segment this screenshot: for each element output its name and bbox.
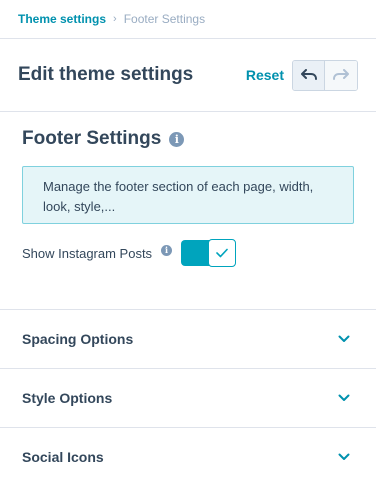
undo-icon <box>300 69 317 80</box>
page-title: Edit theme settings <box>18 64 194 85</box>
toggle-label: Show Instagram Posts <box>22 245 153 261</box>
panel-title-row: Footer Settings i <box>22 128 354 150</box>
toggle-knob <box>208 239 237 267</box>
description-box: Manage the footer section of each page, … <box>22 166 354 224</box>
instagram-toggle-row: Show Instagram Posts i <box>22 239 354 267</box>
redo-button[interactable] <box>325 60 357 90</box>
section-label: Spacing Options <box>22 331 134 347</box>
breadcrumb-link-theme-settings[interactable]: Theme settings <box>18 12 106 26</box>
chevron-down-icon <box>338 394 350 401</box>
reset-button[interactable]: Reset <box>246 67 284 83</box>
breadcrumb-current: Footer Settings <box>123 12 206 26</box>
chevron-down-icon <box>338 335 350 342</box>
undo-button[interactable] <box>293 60 325 90</box>
info-icon[interactable]: i <box>161 244 173 256</box>
check-icon <box>216 248 228 258</box>
panel-title: Footer Settings <box>22 128 162 149</box>
section-social-icons[interactable]: Social Icons <box>0 428 376 481</box>
section-label: Social Icons <box>22 449 104 465</box>
chevron-down-icon <box>338 453 350 460</box>
section-spacing-options[interactable]: Spacing Options <box>0 310 376 369</box>
section-style-options[interactable]: Style Options <box>0 369 376 428</box>
footer-settings-panel: Footer Settings i Manage the footer sect… <box>0 112 376 310</box>
breadcrumb-separator: › <box>113 13 117 25</box>
show-instagram-toggle[interactable] <box>181 239 237 267</box>
redo-icon <box>333 69 349 80</box>
info-icon[interactable]: i <box>169 131 185 147</box>
breadcrumb: Theme settings › Footer Settings <box>0 0 376 39</box>
editor-header: Edit theme settings Reset <box>0 39 376 112</box>
undo-redo-group <box>292 59 358 91</box>
section-label: Style Options <box>22 390 113 406</box>
